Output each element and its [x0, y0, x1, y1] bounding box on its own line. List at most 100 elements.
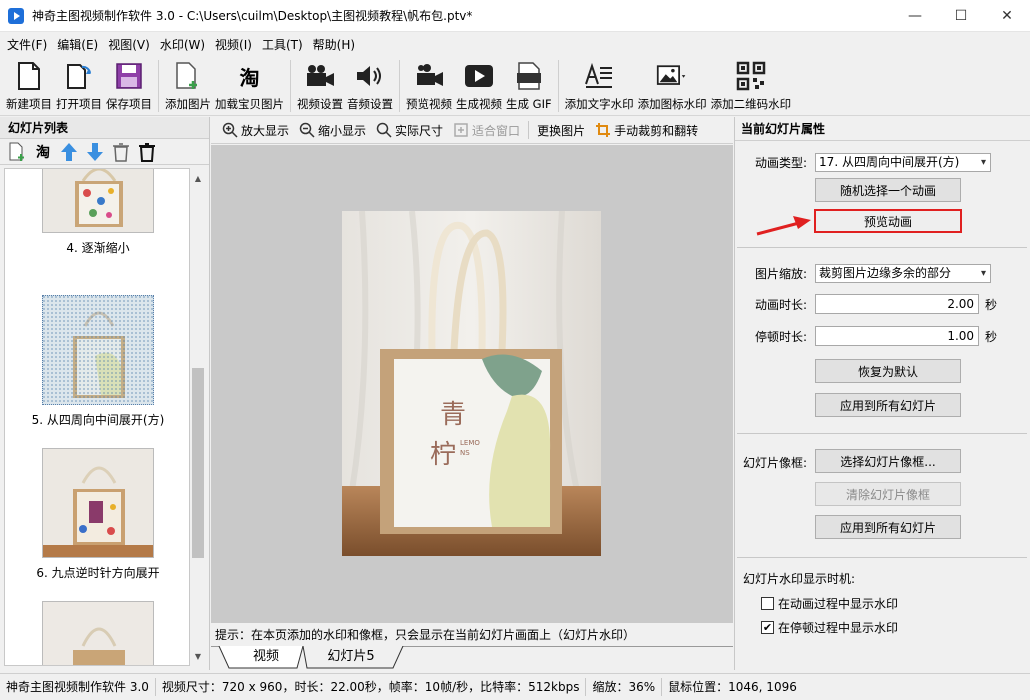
menu-help[interactable]: 帮助(H) [308, 36, 360, 53]
seconds-unit: 秒 [985, 329, 998, 344]
scroll-up-icon[interactable]: ▲ [190, 170, 206, 186]
slide-item-4[interactable]: 4. 逐渐缩小 [5, 169, 189, 256]
window-controls: — ☐ ✕ [892, 0, 1030, 32]
preview-video-button[interactable]: 预览视频 [404, 56, 454, 114]
delete-all-icon[interactable] [136, 141, 158, 163]
zoom-in-button[interactable]: 放大显示 [217, 122, 294, 139]
animation-duration-input[interactable]: 2.00 [815, 294, 980, 314]
during-animation-label: 在动画过程中显示水印 [778, 597, 899, 611]
text-watermark-button[interactable]: 添加文字水印 [563, 56, 636, 114]
generate-video-button[interactable]: 生成视频 [454, 56, 504, 114]
actual-size-button[interactable]: 实际尺寸 [371, 122, 448, 139]
status-bar: 神奇主图视频制作软件 3.0 视频尺寸：720 x 960，时长：22.00秒，… [0, 673, 1030, 700]
audio-settings-button[interactable]: 音频设置 [345, 56, 395, 114]
zoom-out-button[interactable]: 缩小显示 [294, 122, 371, 139]
menu-video[interactable]: 视频(I) [210, 36, 257, 53]
generate-video-label: 生成视频 [456, 97, 502, 111]
actual-size-label: 实际尺寸 [395, 123, 444, 138]
apply-frame-all-button[interactable]: 应用到所有幻灯片 [815, 515, 961, 539]
menu-file[interactable]: 文件(F) [2, 36, 52, 53]
qr-watermark-label: 添加二维码水印 [710, 97, 792, 111]
frame-label: 幻灯片像框: [743, 456, 808, 470]
load-taobao-button[interactable]: 淘 加载宝贝图片 [213, 56, 286, 114]
apply-all-slides-button[interactable]: 应用到所有幻灯片 [815, 393, 961, 417]
preview-video-label: 预览视频 [406, 97, 452, 111]
menu-watermark[interactable]: 水印(W) [155, 36, 210, 53]
video-settings-label: 视频设置 [297, 97, 343, 111]
random-animation-button[interactable]: 随机选择一个动画 [815, 178, 961, 202]
menu-tools[interactable]: 工具(T) [257, 36, 308, 53]
taobao-slide-icon[interactable]: 淘 [32, 141, 54, 163]
zoom-in-label: 放大显示 [241, 123, 290, 138]
maximize-button[interactable]: ☐ [938, 0, 984, 32]
animation-type-select[interactable]: 17. 从四周向中间展开(方) [815, 153, 992, 172]
new-file-icon [13, 60, 45, 92]
slide-item-6[interactable]: 6. 九点逆时针方向展开 [5, 448, 189, 581]
gif-file-icon [513, 60, 545, 92]
generate-gif-button[interactable]: 生成 GIF [504, 56, 554, 114]
app-icon [8, 7, 24, 24]
during-animation-option[interactable]: 在动画过程中显示水印 [761, 595, 898, 612]
add-image-button[interactable]: 添加图片 [163, 56, 213, 114]
qr-watermark-button[interactable]: 添加二维码水印 [709, 56, 794, 114]
menu-edit[interactable]: 编辑(E) [52, 36, 103, 53]
toolbar-separator [399, 60, 400, 112]
pause-duration-input[interactable]: 1.00 [815, 326, 980, 346]
minimize-button[interactable]: — [892, 0, 938, 32]
slide-list-title: 幻灯片列表 [0, 117, 209, 139]
scroll-down-icon[interactable]: ▼ [190, 648, 206, 664]
select-frame-button[interactable]: 选择幻灯片像框... [815, 449, 961, 473]
bag-text: 柠 [430, 440, 456, 470]
close-button[interactable]: ✕ [984, 0, 1030, 32]
slide-label: 6. 九点逆时针方向展开 [36, 566, 160, 580]
clear-frame-button[interactable]: 清除幻灯片像框 [815, 482, 961, 506]
toolbar-separator [158, 60, 159, 112]
status-app-name: 神奇主图视频制作软件 3.0 [0, 678, 156, 696]
text-watermark-label: 添加文字水印 [564, 97, 634, 111]
slide-list-scrollbar[interactable]: ▲ ▼ [190, 168, 206, 666]
menu-view[interactable]: 视图(V) [103, 36, 155, 53]
preview-camera-icon [413, 60, 445, 92]
status-video-info: 视频尺寸：720 x 960，时长：22.00秒，帧率：10帧/秒，比特率：51… [156, 678, 587, 696]
crop-icon [596, 123, 611, 137]
save-project-button[interactable]: 保存项目 [104, 56, 154, 114]
preview-animation-button[interactable]: 预览动画 [814, 209, 962, 233]
icon-watermark-button[interactable]: 添加图标水印 [636, 56, 709, 114]
during-pause-checkbox[interactable]: ✔ [761, 621, 774, 634]
change-image-button[interactable]: 更换图片 [532, 122, 590, 139]
open-project-button[interactable]: 打开项目 [54, 56, 104, 114]
status-zoom: 缩放：36% [586, 678, 663, 696]
bag-text: LEMO [460, 439, 480, 447]
add-slide-icon[interactable] [6, 141, 28, 163]
image-scale-select[interactable]: 裁剪图片边缘多余的部分 [815, 264, 992, 283]
status-mouse-position: 鼠标位置：1046, 1096 [668, 680, 797, 694]
window-title: 神奇主图视频制作软件 3.0 - C:\Users\cuilm\Desktop\… [32, 9, 473, 23]
tab-slide-5[interactable]: 幻灯片5 [311, 647, 391, 669]
view-tabs: 视频 幻灯片5 [211, 646, 733, 670]
slide-item-7[interactable] [5, 601, 189, 665]
during-animation-checkbox[interactable] [761, 597, 774, 610]
reset-default-button[interactable]: 恢复为默认 [815, 359, 961, 383]
move-up-icon[interactable] [58, 141, 80, 163]
video-settings-button[interactable]: 视频设置 [295, 56, 345, 114]
bag-text: NS [460, 449, 470, 457]
during-pause-option[interactable]: ✔ 在停顿过程中显示水印 [761, 619, 898, 636]
fit-window-button[interactable]: 适合窗口 [448, 122, 525, 139]
pause-duration-row: 停顿时长: 1.00 秒 [755, 326, 997, 346]
scrollbar-thumb[interactable] [192, 368, 204, 558]
slide-item-5[interactable]: 5. 从四周向中间展开(方) [5, 295, 189, 428]
move-down-icon[interactable] [84, 141, 106, 163]
load-taobao-label: 加载宝贝图片 [215, 97, 284, 111]
slide-list[interactable]: 4. 逐渐缩小 5. 从四周向中间展开(方) 6. 九点逆时针方向展开 [4, 168, 190, 666]
manual-crop-button[interactable]: 手动裁剪和翻转 [590, 122, 703, 139]
text-icon [583, 60, 615, 92]
during-pause-label: 在停顿过程中显示水印 [778, 621, 899, 635]
zoom-out-icon [299, 122, 315, 138]
new-project-button[interactable]: 新建项目 [4, 56, 54, 114]
divider [737, 433, 1027, 434]
new-project-label: 新建项目 [6, 97, 52, 111]
main-toolbar: 新建项目 打开项目 保存项目 添加图片 淘 加载宝贝图片 视频设置 音频设置 预… [0, 56, 1030, 116]
delete-icon[interactable] [110, 141, 132, 163]
preview-canvas[interactable]: 青 柠 LEMO NS [211, 145, 733, 623]
tab-video[interactable]: 视频 [233, 647, 299, 669]
